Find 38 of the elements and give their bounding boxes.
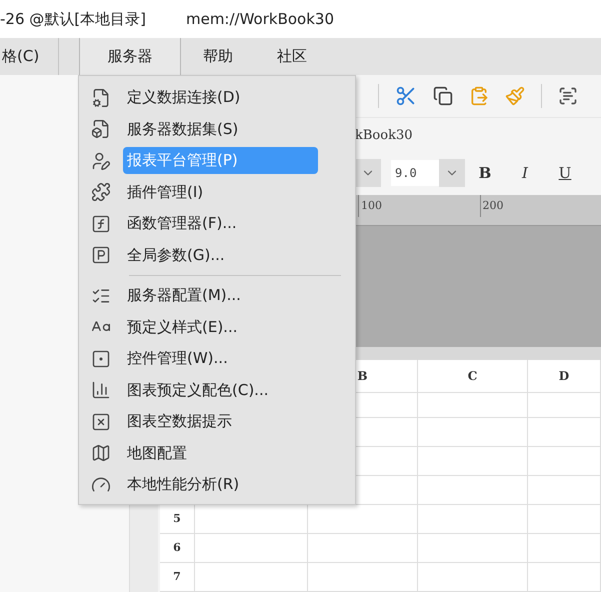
- puzzle-icon: [91, 182, 113, 202]
- menu-item[interactable]: 社区: [255, 38, 329, 75]
- file-path: mem://WorkBook30: [186, 10, 334, 28]
- row-header: 6: [160, 534, 195, 563]
- menu-item[interactable]: 定义数据连接(D): [123, 84, 244, 112]
- clipboard-icon[interactable]: [469, 86, 489, 106]
- dropdown-button[interactable]: [439, 158, 465, 187]
- menu-item[interactable]: 服务器配置(M)...: [123, 282, 245, 310]
- column-header: D: [528, 360, 601, 393]
- menu-item[interactable]: 服务器数据集(S): [123, 116, 242, 143]
- italic-button[interactable]: I: [505, 158, 545, 187]
- row-header: 7: [160, 562, 195, 592]
- bold-button[interactable]: B: [465, 158, 505, 187]
- text-search-icon[interactable]: [558, 86, 578, 106]
- menu-item[interactable]: 帮助: [181, 38, 255, 75]
- menu-item[interactable]: 地图配置: [123, 440, 191, 467]
- menu-item[interactable]: 图表空数据提示: [123, 408, 236, 436]
- scissors-icon[interactable]: [395, 85, 417, 108]
- font-size-field[interactable]: 9.0: [391, 160, 439, 186]
- brush-icon[interactable]: [505, 86, 525, 106]
- menu-item[interactable]: 图表预定义配色(C)...: [123, 376, 272, 404]
- row-header: 5: [160, 504, 195, 534]
- copy-icon[interactable]: [433, 86, 453, 106]
- menu-item[interactable]: 本地性能分析(R): [123, 471, 244, 498]
- dropdown-button[interactable]: [355, 158, 381, 187]
- menu-item[interactable]: 全局参数(G)...: [123, 242, 229, 269]
- menu-item[interactable]: 函数管理器(F)...: [123, 210, 241, 238]
- user-pen-icon: [91, 150, 113, 171]
- menu-item[interactable]: 服务器: [79, 38, 181, 75]
- column-header: C: [418, 360, 528, 393]
- ruler-label: 100: [358, 195, 480, 218]
- ruler-label: 200: [480, 195, 601, 218]
- window-title: -26 @默认[本地目录]: [0, 10, 146, 28]
- menu-item[interactable]: 预定义样式(E)...: [123, 314, 242, 341]
- menu-item[interactable]: 控件管理(W)...: [123, 345, 232, 372]
- underline-button[interactable]: U: [545, 158, 585, 187]
- document-name: kBook30: [355, 128, 413, 143]
- menu-item[interactable]: 插件管理(I): [123, 178, 208, 206]
